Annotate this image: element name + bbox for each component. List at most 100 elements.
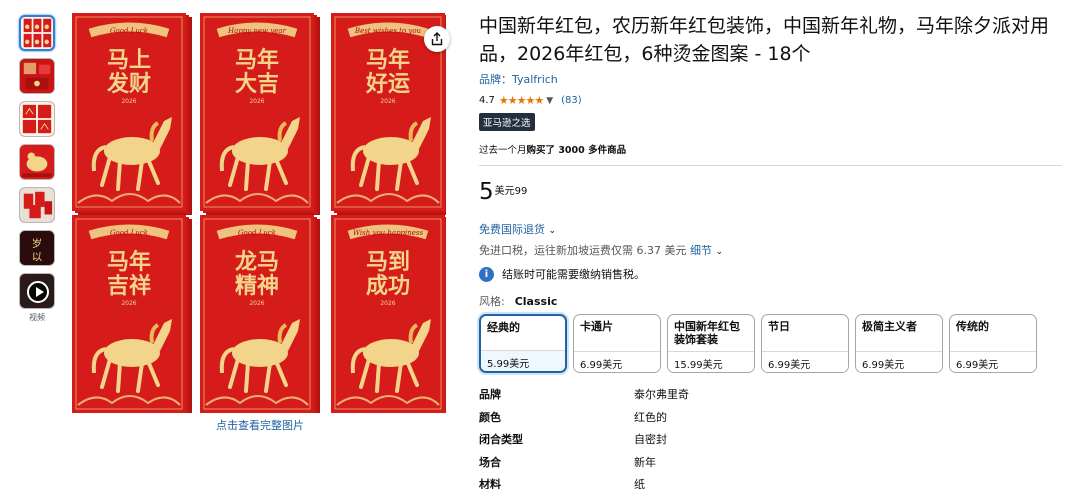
attribute-key: 品牌 [479,388,501,401]
envelope-year: 2026 [249,98,264,105]
envelope-year: 2026 [380,300,395,307]
product-details: 中国新年红包，农历新年红包装饰，中国新年礼物，马年除夕派对用品，2026年红包，… [479,12,1064,489]
product-title: 中国新年红包，农历新年红包装饰，中国新年礼物，马年除夕派对用品，2026年红包，… [479,15,1050,65]
thumbnail-6[interactable]: 岁以 [19,230,55,266]
envelope-year: 2026 [121,300,136,307]
attribute-row: 闭合类型 自密封 [479,431,1064,454]
style-selector-label: 风格: Classic [479,293,1064,309]
chevron-down-icon: ⌄ [548,226,557,236]
attribute-key: 材料 [479,478,501,489]
attribute-key: 闭合类型 [479,433,523,446]
style-option-classic[interactable]: 经典的 5.99美元 [479,314,567,373]
attribute-row: 材料 纸 [479,476,1064,489]
red-envelope: Good Luck 马年吉祥2026 [72,215,192,413]
svg-text:以: 以 [32,251,43,263]
bought-count: 购买了 3000 多件商品 [526,145,627,156]
attribute-key: 场合 [479,455,501,469]
style-option-festival[interactable]: 节日 6.99美元 [761,314,849,373]
envelope-greeting-line2: 发财 [106,71,151,97]
swatch-price: 6.99美元 [950,351,1036,372]
share-icon [431,32,443,46]
envelope-greeting-line2: 大吉 [235,71,279,97]
red-envelope: Happy new year 马年大吉2026 [200,13,320,215]
envelope-greeting-line1: 马到 [366,250,410,275]
tax-note-text: 结账时可能需要缴纳销售税。 [502,268,645,281]
swatch-price: 15.99美元 [668,351,754,372]
divider [479,165,1062,166]
envelope-greeting-line2: 成功 [366,274,410,299]
red-envelope: Good Luck 龙马精神2026 [200,215,320,413]
video-thumbnail[interactable] [19,273,55,309]
attribute-value: 新年 [634,455,656,469]
style-option-traditional[interactable]: 传统的 6.99美元 [949,314,1037,373]
envelope-greeting-line2: 精神 [235,273,279,299]
thumbnail-5[interactable] [19,187,55,223]
attribute-row: 品牌 泰尔弗里奇 [479,386,1064,409]
style-label: 风格: [479,295,505,308]
attribute-key: 颜色 [479,410,501,424]
thumbnail-2[interactable] [19,58,55,94]
style-option-decoration-set[interactable]: 中国新年红包装饰套装 15.99美元 [667,314,755,373]
bought-prefix: 过去一个月 [479,145,527,156]
attribute-row: 场合 新年 [479,454,1064,477]
envelope-greeting-line1: 马年 [235,47,279,73]
thumbnail-1[interactable] [19,15,55,51]
star-rating-icon[interactable]: ★★★★★ [499,94,544,107]
envelope-banner-text: Good Luck [110,27,148,35]
envelope-greeting-line1: 马年 [366,47,410,73]
price-whole: 5 [479,179,494,205]
product-attributes: 品牌 泰尔弗里奇 颜色 红色的 闭合类型 自密封 场合 新年 材料 纸 [479,386,1064,489]
style-option-minimalist[interactable]: 极简主义者 6.99美元 [855,314,943,373]
swatch-name: 卡通片 [580,320,613,333]
swatch-name: 节日 [768,320,790,333]
shipping-info: 免进口税，运往新加坡运费仅需 6.37 美元 细节 ⌄ [479,242,1064,258]
style-option-cartoon[interactable]: 卡通片 6.99美元 [573,314,661,373]
video-label: 视频 [29,313,45,322]
price-currency-fraction: 美元99 [494,186,528,197]
chevron-down-icon[interactable]: ⌄ [715,247,723,257]
swatch-name: 经典的 [487,321,520,334]
rating-count-link[interactable]: (83) [561,95,582,106]
envelope-greeting-line2: 好运 [365,71,410,97]
share-button[interactable] [424,26,450,52]
attribute-value: 泰尔弗里奇 [634,388,689,401]
envelope-banner-text: Best wishes to you [354,27,422,35]
envelope-greeting-line1: 马年 [107,249,151,275]
envelope-greeting-line1: 马上 [107,48,151,73]
rating-value: 4.7 [479,95,495,106]
attribute-value: 红色的 [634,410,667,424]
price: 5 美元99 [479,179,1064,205]
envelope-year: 2026 [380,98,395,105]
bought-past-month: 过去一个月购买了 3000 多件商品 [479,142,1064,156]
swatch-price: 6.99美元 [856,351,942,372]
swatch-name: 传统的 [956,320,989,333]
info-icon: i [479,266,494,282]
returns-label: 免费国际退货 [479,223,545,236]
chevron-down-icon[interactable]: ▼ [546,96,553,106]
swatch-price: 6.99美元 [574,351,660,372]
envelope-greeting-line1: 龙马 [235,250,279,275]
rating-row: 4.7 ★★★★★ ▼ (83) [479,94,1064,107]
svg-text:岁: 岁 [32,237,42,250]
swatch-name: 中国新年红包装饰套装 [674,320,740,346]
amazons-choice-badge: 亚马逊之选 [479,113,535,131]
swatch-name: 极简主义者 [862,320,917,333]
tax-note: i 结账时可能需要缴纳销售税。 [479,266,1064,282]
attribute-value: 纸 [634,478,645,489]
attribute-row: 颜色 红色的 [479,409,1064,432]
brand-link[interactable]: 品牌：Tyalfrich [479,71,1064,87]
free-returns-link[interactable]: 免费国际退货 ⌄ [479,221,556,237]
swatch-price: 6.99美元 [762,351,848,372]
thumbnail-strip: 岁以 视频 [19,15,57,323]
red-envelope: Good Luck 马上发财2026 [72,13,192,215]
thumbnail-3[interactable] [19,101,55,137]
envelope-banner-text: Good Luck [110,229,148,237]
shipping-details-link[interactable]: 细节 [690,244,712,257]
envelope-year: 2026 [249,300,264,307]
thumbnail-4[interactable] [19,144,55,180]
main-product-image[interactable]: Good Luck 马上 发财 2026 Happy new year 马年 大吉 2026 B… [72,13,446,413]
play-icon [27,281,49,303]
view-full-image-link[interactable]: 点击查看完整图片 [200,417,320,433]
envelope-banner-text: Good Luck [238,229,276,237]
attribute-value: 自密封 [634,433,667,446]
